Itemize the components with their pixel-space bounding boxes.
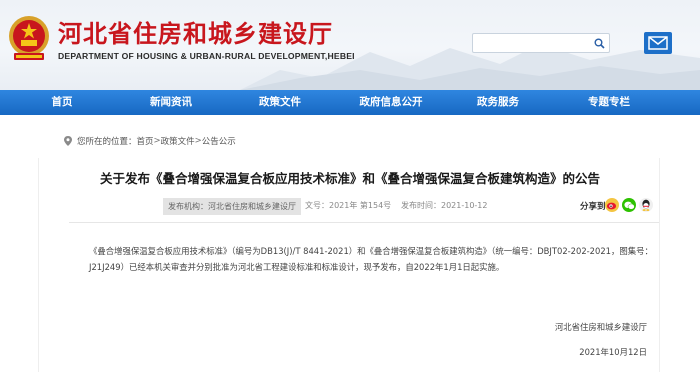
- article-doc-number: 文号：2021年 第154号: [305, 201, 392, 210]
- nav-item-special[interactable]: 专题专栏: [584, 90, 634, 115]
- breadcrumb-policy[interactable]: 政策文件: [161, 135, 195, 147]
- breadcrumb-announcements[interactable]: 公告公示: [202, 135, 236, 147]
- breadcrumb-separator: >: [153, 136, 161, 146]
- article-panel: 关于发布《叠合增强保温复合板应用技术标准》和《叠合增强保温复合板建筑构造》的公告…: [38, 158, 660, 372]
- search-button[interactable]: [591, 35, 607, 51]
- search-input[interactable]: [477, 36, 589, 50]
- meta-divider: [69, 222, 659, 223]
- location-icon: [64, 136, 72, 146]
- search-icon: [594, 38, 605, 49]
- breadcrumb: 您所在的位置： 首页 > 政策文件 > 公告公示: [62, 133, 236, 149]
- main-nav: 首页 新闻资讯 政策文件 政府信息公开 政务服务 专题专栏: [0, 90, 700, 115]
- wechat-icon[interactable]: [622, 198, 636, 212]
- breadcrumb-label: 您所在的位置：: [77, 137, 137, 147]
- national-emblem-icon: [9, 16, 49, 60]
- signature-date: 2021年10月12日: [579, 347, 647, 357]
- article-issuer: 发布机构：河北省住房和城乡建设厅: [163, 198, 301, 215]
- nav-item-news[interactable]: 新闻资讯: [146, 90, 196, 115]
- site-subtitle: DEPARTMENT OF HOUSING & URBAN-RURAL DEVE…: [58, 51, 355, 61]
- signature-organization: 河北省住房和城乡建设厅: [554, 322, 647, 332]
- article-publish-time: 发布时间：2021-10-12: [401, 201, 488, 210]
- nav-item-home[interactable]: 首页: [46, 90, 78, 115]
- article-body: 《叠合增强保温复合板应用技术标准》（编号为DB13(J)/T 8441-2021…: [89, 246, 653, 272]
- nav-item-policy[interactable]: 政策文件: [255, 90, 305, 115]
- breadcrumb-home[interactable]: 首页: [137, 135, 154, 147]
- breadcrumb-separator: >: [194, 136, 202, 146]
- mail-icon: [648, 36, 668, 50]
- site-header: 河北省住房和城乡建设厅 DEPARTMENT OF HOUSING & URBA…: [0, 0, 700, 90]
- weibo-icon[interactable]: [605, 198, 619, 212]
- nav-item-services[interactable]: 政务服务: [473, 90, 523, 115]
- mail-button[interactable]: [644, 32, 672, 54]
- site-title: 河北省住房和城乡建设厅: [58, 19, 333, 48]
- search-box: [472, 33, 610, 53]
- share-label: 分享到: [580, 202, 606, 212]
- article-title: 关于发布《叠合增强保温复合板应用技术标准》和《叠合增强保温复合板建筑构造》的公告: [99, 171, 600, 186]
- nav-item-info-disclosure[interactable]: 政府信息公开: [355, 90, 427, 115]
- qq-icon[interactable]: [639, 198, 653, 212]
